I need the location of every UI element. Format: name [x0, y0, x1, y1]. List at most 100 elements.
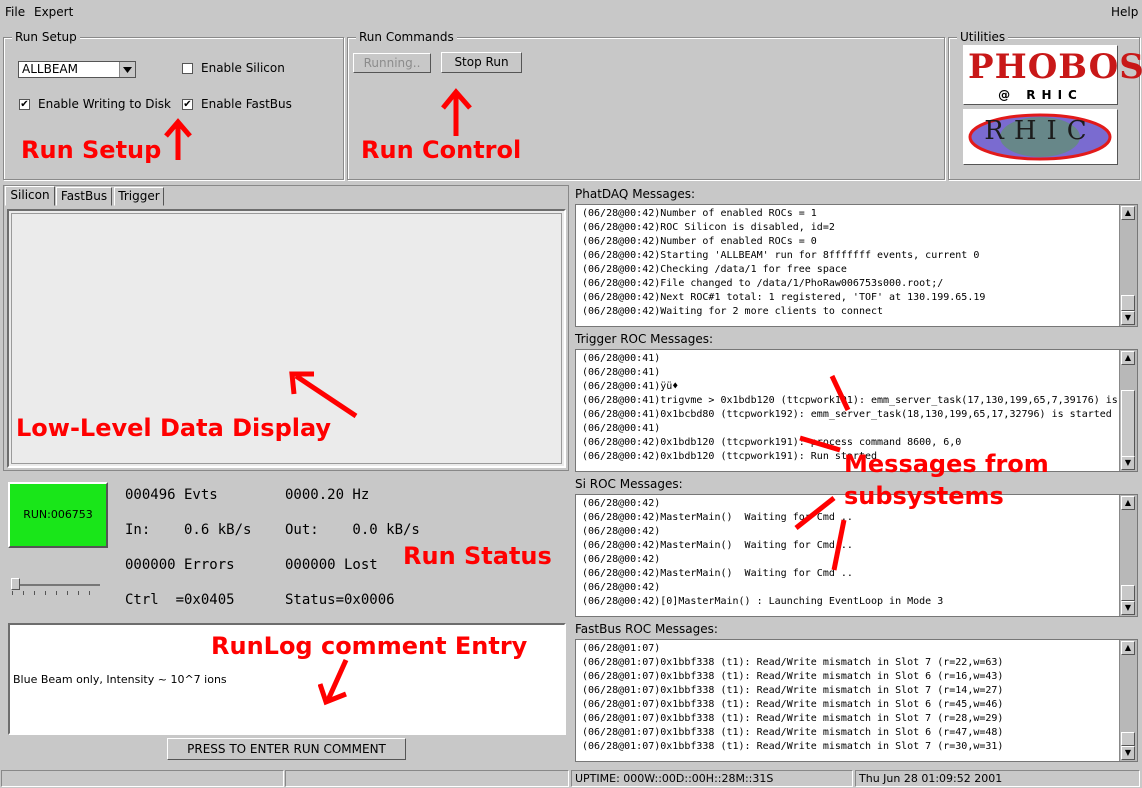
si-scrollbar[interactable]: ▲ ▼: [1119, 495, 1137, 616]
phatdaq-scrollbar[interactable]: ▲ ▼: [1119, 205, 1137, 326]
annotation-pointer-strokes: [794, 374, 851, 571]
message-line: (06/28@00:42)Checking /data/1 for free s…: [582, 264, 847, 275]
message-line: (06/28@00:41): [582, 353, 661, 364]
date-readout: Thu Jun 28 01:09:52 2001: [855, 770, 1140, 787]
annotation-low-level: Low-Level Data Display: [16, 414, 332, 442]
run-commands-title: Run Commands: [356, 30, 457, 44]
message-line: (06/28@00:42)Number of enabled ROCs = 0: [582, 236, 817, 247]
message-line: (06/28@00:42)Starting 'ALLBEAM' run for …: [582, 250, 980, 261]
stop-run-button[interactable]: Stop Run: [441, 52, 522, 73]
scroll-down-icon[interactable]: ▼: [1121, 311, 1135, 325]
scroll-thumb[interactable]: [1121, 585, 1135, 601]
scroll-up-icon[interactable]: ▲: [1121, 206, 1135, 220]
input-rate: In: 0.6 kB/s: [125, 522, 252, 538]
phatdaq-lines: (06/28@00:42)Number of enabled ROCs = 1 (…: [582, 207, 985, 319]
tab-silicon[interactable]: Silicon: [5, 186, 55, 206]
arrow-upleft-icon: [289, 371, 358, 419]
message-line: (06/28@00:42)File changed to /data/1/Pho…: [582, 278, 944, 289]
scroll-up-icon[interactable]: ▲: [1121, 641, 1135, 655]
message-line: (06/28@01:07)0x1bbf338 (t1): Read/Write …: [582, 657, 1004, 668]
fastbus-scrollbar[interactable]: ▲ ▼: [1119, 640, 1137, 761]
message-line: (06/28@00:42): [582, 526, 661, 537]
scroll-up-icon[interactable]: ▲: [1121, 496, 1135, 510]
output-rate: Out: 0.0 kB/s: [285, 522, 420, 538]
message-line: (06/28@01:07)0x1bbf338 (t1): Read/Write …: [582, 741, 1004, 752]
running-button[interactable]: Running..: [353, 53, 431, 73]
run-comment-text: Blue Beam only, Intensity ~ 10^7 ions: [13, 673, 227, 686]
message-line: (06/28@00:42)Next ROC#1 total: 1 registe…: [582, 292, 986, 303]
phobos-logo-button[interactable]: PHOBOS @ RHIC: [963, 45, 1142, 105]
message-line: (06/28@01:07)0x1bbf338 (t1): Read/Write …: [582, 727, 1004, 738]
enable-writing-checkbox[interactable]: ✔: [19, 99, 30, 110]
message-line: (06/28@00:42)[0]MasterMain() : Launching…: [582, 596, 944, 607]
phatdaq-title: PhatDAQ Messages:: [575, 187, 696, 201]
rhic-logo-text: RHIC: [984, 116, 1097, 146]
message-line: (06/28@00:42)Number of enabled ROCs = 1: [582, 208, 817, 219]
annotation-run-control: Run Control: [361, 136, 522, 164]
scroll-up-icon[interactable]: ▲: [1121, 351, 1135, 365]
message-line: (06/28@01:07)0x1bbf338 (t1): Read/Write …: [582, 685, 1004, 696]
event-rate: 0000.20 Hz: [285, 487, 370, 503]
rhic-logo-button[interactable]: RHIC: [963, 109, 1118, 165]
si-title: Si ROC Messages:: [575, 477, 683, 491]
message-line: (06/28@01:07): [582, 643, 661, 654]
message-line: (06/28@00:42)MasterMain() Waiting for Cm…: [582, 568, 853, 579]
utilities-title: Utilities: [957, 30, 1009, 44]
scroll-down-icon[interactable]: ▼: [1121, 746, 1135, 760]
run-number-button[interactable]: RUN:006753: [8, 482, 108, 548]
annotation-run-status: Run Status: [403, 542, 552, 570]
si-lines: (06/28@00:42) (06/28@00:42)MasterMain() W…: [582, 497, 943, 609]
events-count: 000496 Evts: [125, 487, 218, 503]
run-mode-value: ALLBEAM: [22, 62, 78, 76]
trigger-title: Trigger ROC Messages:: [575, 332, 714, 346]
enable-fastbus-label: Enable FastBus: [201, 97, 292, 111]
lost-count: 000000 Lost: [285, 557, 378, 573]
message-line: (06/28@00:42): [582, 554, 661, 565]
status-register: Status=0x0006: [285, 592, 395, 608]
tab-fastbus[interactable]: FastBus: [56, 187, 112, 206]
menu-expert[interactable]: Expert: [34, 5, 73, 19]
enable-writing-label: Enable Writing to Disk: [38, 97, 171, 111]
fastbus-title: FastBus ROC Messages:: [575, 622, 718, 636]
scroll-thumb[interactable]: [1121, 295, 1135, 311]
message-line: (06/28@00:42)ROC Silicon is disabled, id…: [582, 222, 835, 233]
phobos-logo-subtext: @ RHIC: [998, 88, 1083, 102]
slider-ticks: [12, 591, 100, 595]
enable-silicon-checkbox[interactable]: [182, 63, 193, 74]
enable-fastbus-checkbox[interactable]: ✔: [182, 99, 193, 110]
statusbar-cell-1: [1, 770, 284, 787]
scroll-down-icon[interactable]: ▼: [1121, 456, 1135, 470]
enable-silicon-label: Enable Silicon: [201, 61, 285, 75]
arrow-up-icon: [164, 118, 192, 160]
trigger-scrollbar[interactable]: ▲ ▼: [1119, 350, 1137, 471]
message-line: (06/28@01:07)0x1bbf338 (t1): Read/Write …: [582, 713, 1004, 724]
message-line: (06/28@00:42)MasterMain() Waiting for Cm…: [582, 540, 853, 551]
errors-count: 000000 Errors: [125, 557, 235, 573]
slider-handle[interactable]: [11, 578, 20, 590]
message-line: (06/28@00:42)MasterMain() Waiting for Cm…: [582, 512, 853, 523]
scroll-thumb[interactable]: [1121, 390, 1135, 460]
annotation-messages-line1: Messages from: [844, 450, 1049, 478]
chevron-down-icon[interactable]: [119, 62, 135, 77]
menubar: File Expert Help: [0, 0, 1142, 24]
fastbus-messages: (06/28@01:07) (06/28@01:07)0x1bbf338 (t1)…: [575, 639, 1138, 762]
menu-file[interactable]: File: [5, 5, 25, 19]
arrow-up-icon: [441, 88, 472, 136]
phobos-logo-text: PHOBOS: [968, 47, 1142, 87]
annotation-messages: Messages from subsystems: [844, 448, 1049, 512]
scroll-down-icon[interactable]: ▼: [1121, 601, 1135, 615]
statusbar-cell-2: [285, 770, 569, 787]
uptime-readout: UPTIME: 000W::00D::00H::28M::31S: [571, 770, 853, 787]
annotation-messages-line2: subsystems: [844, 482, 1004, 510]
tab-trigger[interactable]: Trigger: [114, 187, 164, 206]
arrow-down-icon: [318, 658, 349, 706]
message-line: (06/28@00:42)Waiting for 2 more clients …: [582, 306, 884, 317]
run-mode-select[interactable]: ALLBEAM: [18, 61, 136, 78]
annotation-runlog: RunLog comment Entry: [211, 632, 528, 660]
run-setup-title: Run Setup: [12, 30, 80, 44]
message-line: (06/28@00:42): [582, 582, 661, 593]
slider-track[interactable]: [12, 584, 100, 586]
scroll-thumb[interactable]: [1121, 732, 1135, 746]
enter-run-comment-button[interactable]: PRESS TO ENTER RUN COMMENT: [167, 738, 406, 760]
menu-help[interactable]: Help: [1111, 5, 1138, 19]
